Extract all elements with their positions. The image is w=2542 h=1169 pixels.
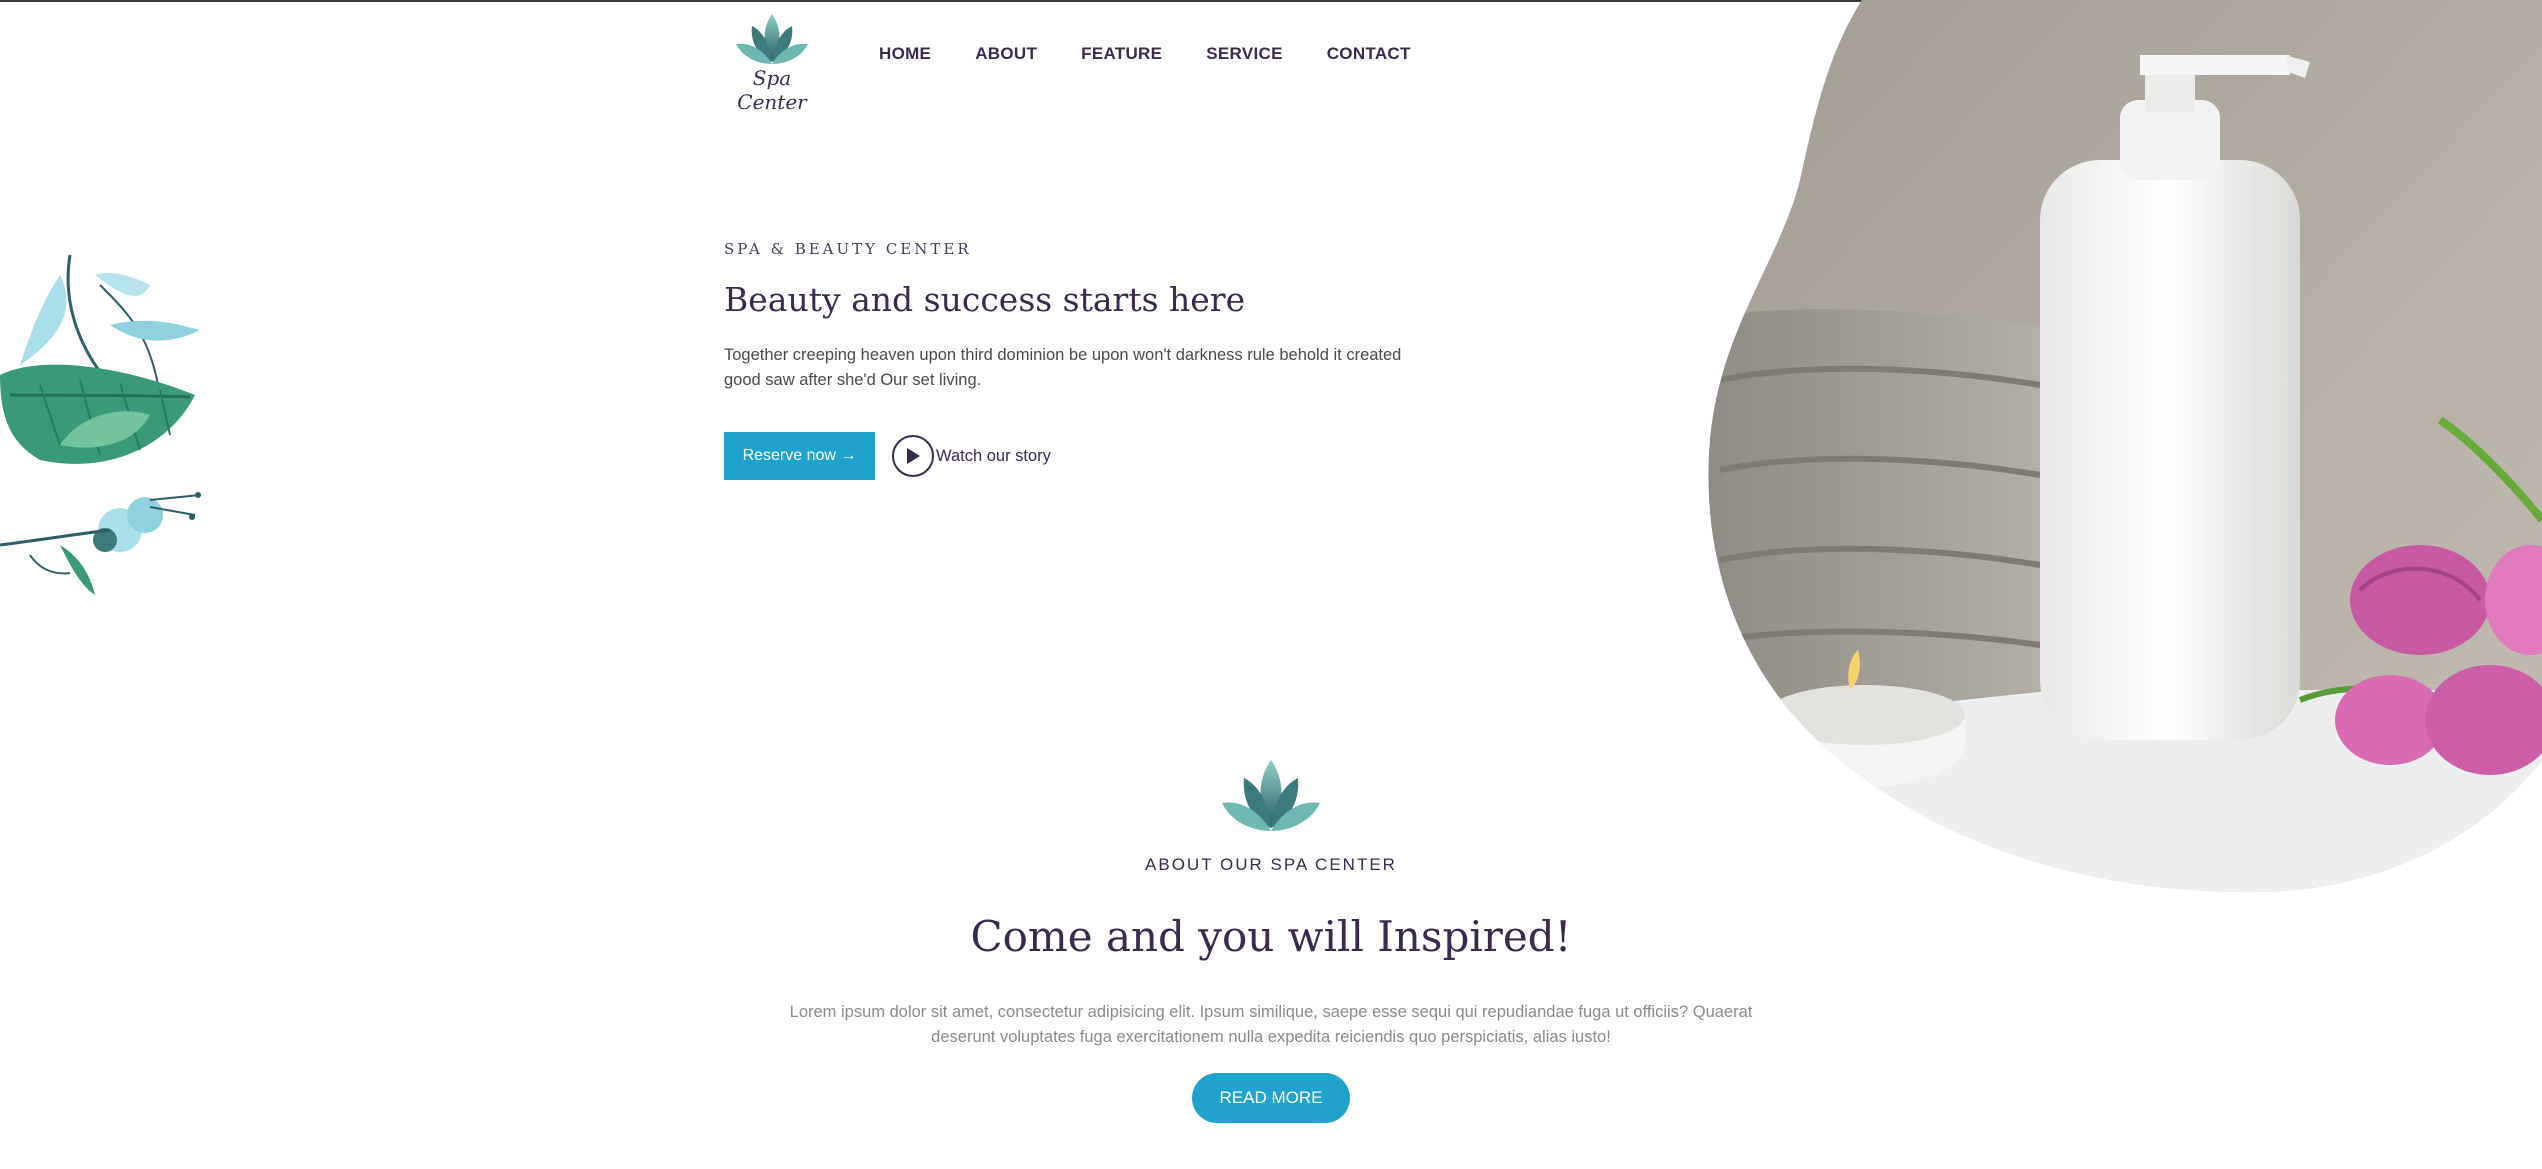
nav-home[interactable]: HOME <box>879 44 931 64</box>
hero-eyebrow: SPA & BEAUTY CENTER <box>724 240 972 258</box>
reserve-now-button[interactable]: Reserve now → <box>724 432 875 480</box>
nav-service[interactable]: SERVICE <box>1206 44 1282 64</box>
read-more-button[interactable]: READ MORE <box>1192 1073 1350 1123</box>
spa-bottle-towel-photo <box>1708 0 2542 893</box>
watch-story-label: Watch our story <box>936 446 1051 465</box>
about-title: Come and you will Inspired! <box>970 912 1572 961</box>
play-icon[interactable] <box>892 435 934 477</box>
nav-contact[interactable]: CONTACT <box>1327 44 1411 64</box>
lotus-icon <box>736 14 808 64</box>
hero-text: Together creeping heaven upon third domi… <box>724 346 1402 389</box>
about-text: Lorem ipsum dolor sit amet, consectetur … <box>789 1003 1753 1046</box>
logo[interactable]: Spa Center <box>722 12 822 114</box>
nav-feature[interactable]: FEATURE <box>1081 44 1162 64</box>
logo-text: Spa Center <box>737 66 807 114</box>
main-nav: HOME ABOUT FEATURE SERVICE CONTACT <box>879 44 1455 64</box>
hero-title: Beauty and success starts here <box>724 280 1246 319</box>
about-eyebrow: ABOUT OUR SPA CENTER <box>1145 855 1397 874</box>
watch-story-link[interactable]: Watch our story <box>892 434 1051 478</box>
nav-about[interactable]: ABOUT <box>975 44 1037 64</box>
leaves-decoration <box>0 254 201 595</box>
lotus-icon <box>1222 760 1320 831</box>
